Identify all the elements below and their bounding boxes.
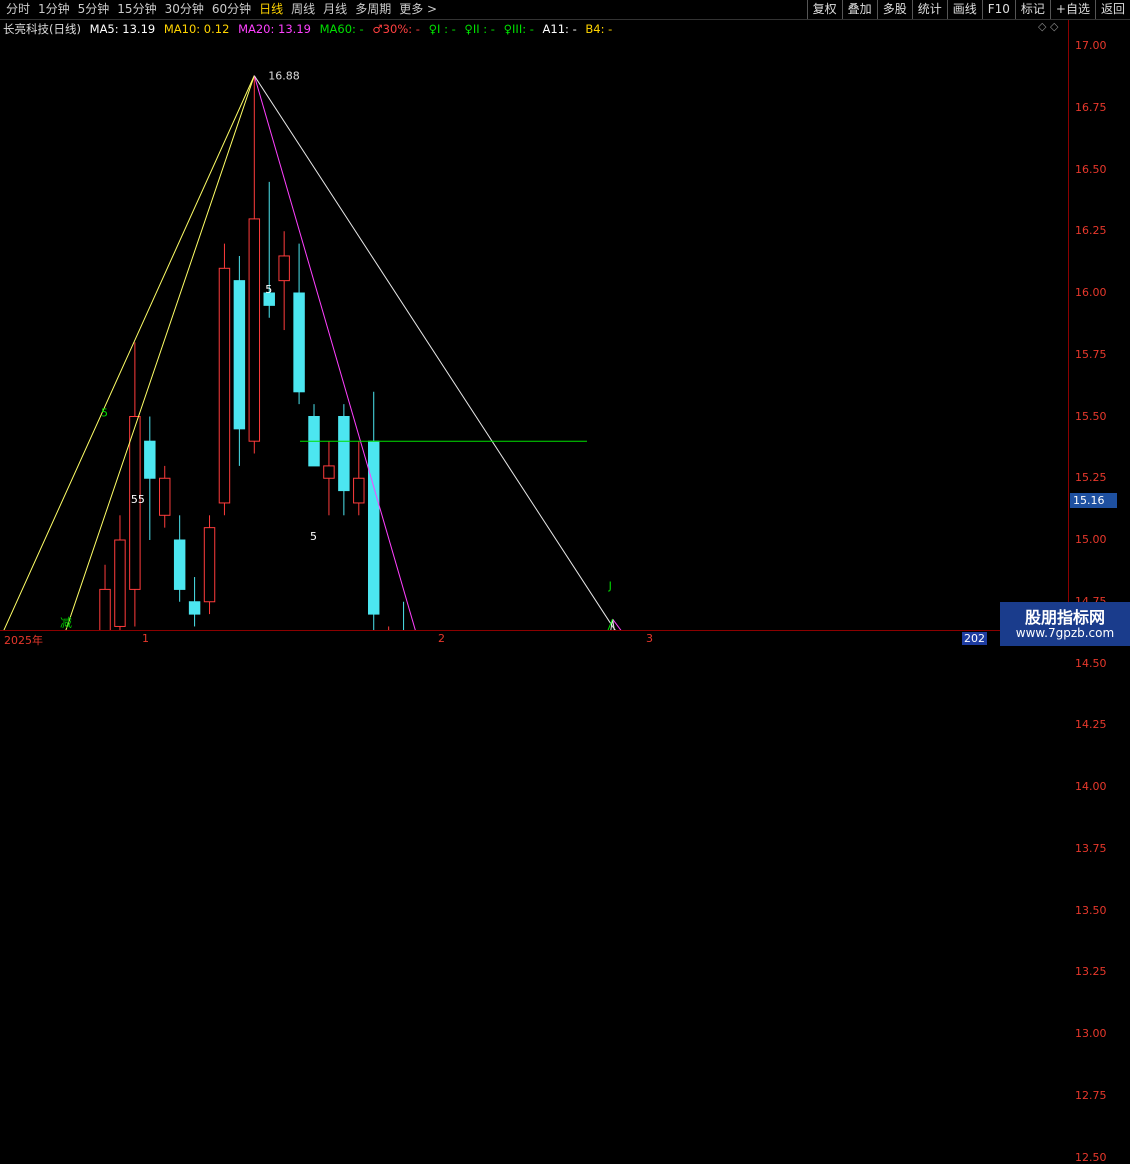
high-price-label: 16.88 (268, 70, 300, 83)
watermark-url: www.7gpzb.com (1015, 626, 1115, 640)
price-tick: 16.25 (1075, 224, 1107, 238)
price-tick: 14.00 (1075, 780, 1107, 793)
month-label-3: 3 (646, 632, 653, 645)
price-tick: 16.50 (1075, 162, 1107, 176)
candle-body[interactable] (159, 477, 171, 516)
candle-body[interactable] (188, 601, 201, 615)
zigzag-line (612, 618, 615, 630)
price-tick: 15.50 (1075, 409, 1107, 423)
candlestick-chart[interactable]: 16.8812.5855945135B945J53JJ5135645JJ55B1… (0, 0, 1068, 630)
price-tick: 13.75 (1075, 841, 1107, 855)
price-tick: 13.00 (1075, 1027, 1107, 1040)
price-tick: 15.75 (1075, 347, 1107, 361)
price-tick: 12.50 (1075, 1150, 1107, 1164)
trend-line-magenta (612, 618, 622, 630)
candle-body[interactable] (218, 267, 231, 504)
price-tick: 17.00 (1075, 39, 1107, 52)
candle-body[interactable] (338, 416, 350, 492)
candle-body[interactable] (293, 292, 305, 393)
candle-body[interactable] (203, 527, 216, 603)
month-label-1: 1 (142, 632, 149, 645)
candle-body[interactable] (368, 440, 380, 615)
candle-body[interactable] (233, 280, 246, 430)
watermark-logo: 股朋指标网 www.7gpzb.com (1000, 602, 1130, 646)
year-label: 2025年 (4, 634, 43, 647)
price-tick: 13.50 (1075, 903, 1107, 917)
trend-line-yellow (3, 75, 255, 630)
watermark-title: 股朋指标网 (1024, 608, 1105, 627)
time-axis: 2025年 1 2 3 202 (0, 630, 1068, 647)
price-tick: 13.25 (1075, 965, 1107, 979)
zigzag-green (607, 618, 614, 630)
candle-body[interactable] (114, 539, 126, 627)
candle-body[interactable] (278, 255, 290, 282)
candle-body[interactable] (99, 588, 111, 630)
signal-annotation: 5 (310, 530, 317, 543)
price-tick: 16.00 (1075, 286, 1107, 299)
candle-body[interactable] (144, 440, 156, 479)
price-tick: 14.50 (1075, 656, 1107, 670)
reduce-marker: 减 (60, 616, 73, 630)
toolbar-button-8[interactable]: 返回 (1094, 0, 1130, 19)
trend-line-yellow (65, 75, 255, 630)
candle-body[interactable] (323, 465, 335, 479)
month-label-2: 2 (438, 632, 445, 645)
signal-annotation: 55 (131, 493, 145, 506)
price-tick: 15.00 (1075, 533, 1107, 546)
price-axis: 15.16 17.00 16.75 16.50 16.25 16.00 15.75 15.5… (1068, 20, 1130, 1164)
current-price-badge: 15.16 (1070, 493, 1117, 509)
signal-annotation: J (608, 579, 612, 592)
trend-line-white (253, 75, 613, 627)
price-tick: 15.25 (1075, 471, 1107, 485)
signal-annotation: 5 (265, 283, 272, 296)
candle-body[interactable] (173, 539, 186, 590)
zigzag-line (610, 618, 614, 630)
year-badge: 202 (962, 632, 987, 645)
signal-annotation: 5 (101, 407, 108, 420)
price-tick: 16.75 (1075, 100, 1107, 114)
price-tick: 12.75 (1075, 1088, 1107, 1102)
candle-body[interactable] (353, 477, 365, 504)
price-tick: 14.25 (1075, 718, 1107, 732)
candle-body[interactable] (248, 218, 261, 442)
